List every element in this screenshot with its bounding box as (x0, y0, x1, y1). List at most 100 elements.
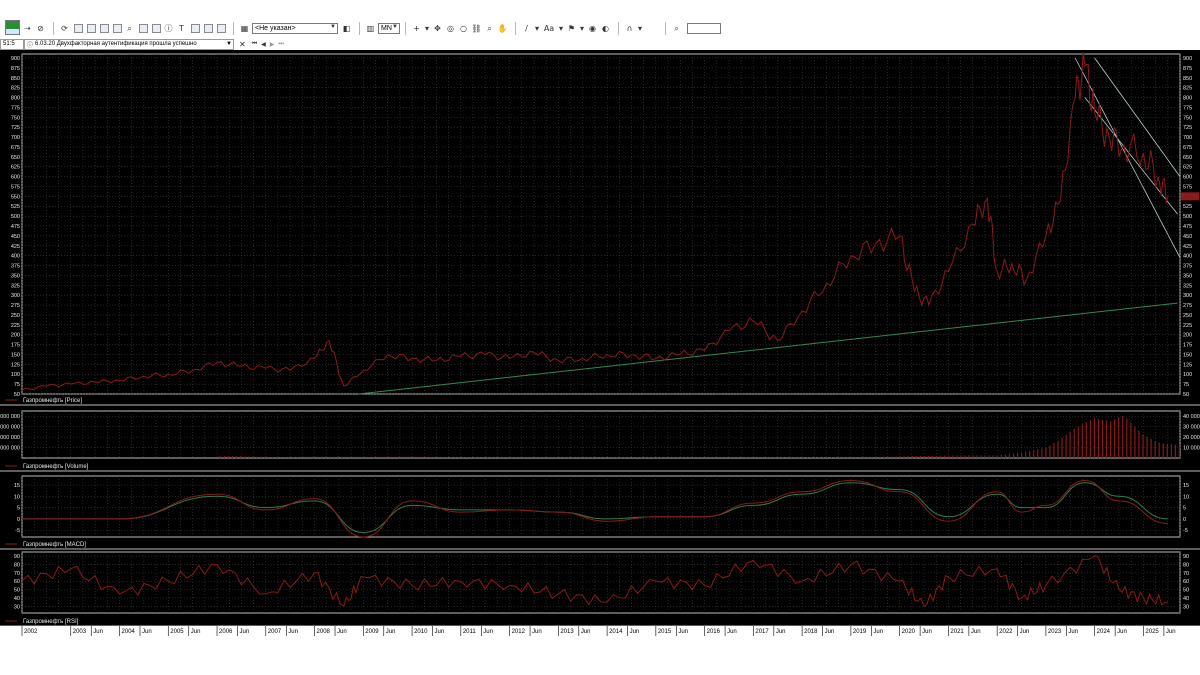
stop-icon[interactable]: ⊘ (35, 23, 46, 34)
text-tool-icon[interactable]: Aa (542, 23, 556, 34)
move-icon[interactable]: ✥ (432, 23, 443, 34)
y-tick-label-left: 175 (11, 343, 20, 349)
y-tick-label-right: 10 000 (1183, 446, 1200, 452)
window-icon[interactable] (74, 24, 83, 33)
calendar-icon[interactable]: ▦ (239, 23, 250, 34)
x-tick-label: 2005 (170, 629, 184, 635)
y-tick-label-left: 600 (11, 175, 20, 181)
x-tick-label: 2024 (1097, 629, 1111, 635)
info-icon: ⓘ (27, 42, 34, 49)
y-tick-label-left: 250 (11, 313, 20, 319)
window-icon[interactable] (204, 24, 213, 33)
link-icon[interactable]: ⛓ (471, 23, 482, 34)
y-tick-label-right: 600 (1183, 175, 1192, 181)
prev-icon[interactable]: ◀ (261, 41, 266, 48)
y-tick-label-right: 100 (1183, 372, 1192, 378)
indicator-icon[interactable]: ◐ (600, 23, 611, 34)
y-tick-label-right: 30 (1183, 604, 1189, 610)
y-tick-label-right: 20 000 (1183, 435, 1200, 441)
window-icon[interactable] (113, 24, 122, 33)
y-tick-label-left: 70 (14, 571, 20, 577)
y-tick-label-left: 325 (11, 283, 20, 289)
y-tick-label-right: 900 (1183, 56, 1192, 62)
search-input[interactable] (687, 23, 721, 34)
x-tick-label: Jun (483, 629, 493, 635)
last-icon[interactable]: ⏭ (278, 40, 283, 48)
x-tick-label: 2002 (24, 629, 38, 635)
y-tick-label-right: 60 (1183, 579, 1189, 585)
y-tick-label-left: 375 (11, 264, 20, 270)
next-icon[interactable]: ▶ (270, 41, 275, 48)
y-tick-label-right: 375 (1183, 264, 1192, 270)
chevron-down-icon[interactable]: ▾ (637, 23, 643, 34)
window-icon[interactable] (87, 24, 96, 33)
info-icon[interactable]: ⓘ (163, 23, 174, 34)
y-tick-label-right: 175 (1183, 343, 1192, 349)
period-select-value: MN (381, 25, 392, 32)
text-icon[interactable]: T (176, 23, 187, 34)
chart-type-icon[interactable]: ▥ (365, 23, 376, 34)
main-toolbar: ⇢ ⊘ ⟳ ⌕ ⓘ T ▦ <Не указан> ▼ ◧ ▥ MN ▼ + ▾… (22, 21, 1200, 36)
chart-area[interactable]: Газпромнефть [Price] Газпромнефть [Volume… (0, 50, 1200, 636)
first-icon[interactable]: ⏮ (252, 40, 257, 48)
app-logo (5, 20, 20, 35)
y-tick-label-left: 675 (11, 145, 20, 151)
pane-legend-label: Газпромнефть [MACD] (23, 542, 86, 548)
magnet-icon[interactable]: ∩ (624, 23, 635, 34)
zoom-icon[interactable]: ⌕ (124, 23, 135, 34)
crosshair-icon[interactable]: + (411, 23, 422, 34)
y-tick-label-left: 50 (14, 588, 20, 594)
pane-border (21, 551, 1181, 614)
chevron-down-icon: ▼ (330, 24, 336, 30)
x-tick-label: Jun (971, 629, 981, 635)
y-tick-label-left: 525 (11, 204, 20, 210)
close-icon[interactable]: ✕ (239, 40, 246, 49)
window-icon[interactable] (191, 24, 200, 33)
chevron-down-icon[interactable]: ▾ (579, 23, 585, 34)
window-icon[interactable] (139, 24, 148, 33)
y-tick-label-left: 75 (14, 382, 20, 388)
refresh-icon[interactable]: ⟳ (59, 23, 70, 34)
x-tick-label: Jun (142, 629, 152, 635)
search-icon[interactable]: ⌕ (484, 23, 495, 34)
x-tick-label: Jun (532, 629, 542, 635)
chevron-down-icon[interactable]: ▾ (534, 23, 540, 34)
x-tick-label: 2019 (853, 629, 867, 635)
circle-icon[interactable]: ○ (458, 23, 469, 34)
y-tick-label-right: 325 (1183, 283, 1192, 289)
instrument-select[interactable]: <Не указан> ▼ (252, 23, 338, 34)
chevron-down-icon[interactable]: ▾ (558, 23, 564, 34)
y-tick-label-left: 850 (11, 76, 20, 82)
x-tick-label: 2016 (707, 629, 721, 635)
arrow-icon[interactable]: ⇢ (22, 23, 33, 34)
x-tick-label: Jun (630, 629, 640, 635)
window-icon[interactable] (100, 24, 109, 33)
x-tick-label: 2015 (658, 629, 672, 635)
chart-svg[interactable]: Газпромнефть [Price] Газпромнефть [Volume… (0, 50, 1200, 636)
message-cell[interactable]: ⓘ 6.03.20 Двухфакторная аутентификация п… (24, 38, 234, 50)
line-tool-icon[interactable]: / (521, 23, 532, 34)
period-select[interactable]: MN ▼ (378, 23, 400, 34)
channel-line-mid (1084, 97, 1178, 215)
y-tick-label-right: 675 (1183, 145, 1192, 151)
x-tick-label: Jun (873, 629, 883, 635)
x-tick-label: 2014 (609, 629, 623, 635)
chevron-down-icon[interactable]: ▾ (424, 23, 430, 34)
window-icon[interactable] (217, 24, 226, 33)
y-tick-label-left: 650 (11, 155, 20, 161)
y-tick-label-right: 0 (1183, 517, 1186, 523)
hand-icon[interactable]: ✋ (497, 23, 508, 34)
window-icon[interactable] (152, 24, 161, 33)
y-tick-label-right: 40 (1183, 596, 1189, 602)
y-tick-label-right: 125 (1183, 362, 1192, 368)
y-tick-label-left: 125 (11, 362, 20, 368)
y-tick-label-right: 75 (1183, 382, 1189, 388)
book-icon[interactable]: ◧ (341, 23, 352, 34)
flag-icon[interactable]: ⚑ (566, 23, 577, 34)
eye-icon[interactable]: ◉ (587, 23, 598, 34)
x-tick-label: 2011 (463, 629, 477, 635)
search-icon[interactable]: ⌕ (671, 23, 682, 34)
x-tick-label: Jun (240, 629, 250, 635)
target-icon[interactable]: ◎ (445, 23, 456, 34)
y-tick-label-left: 875 (11, 66, 20, 72)
